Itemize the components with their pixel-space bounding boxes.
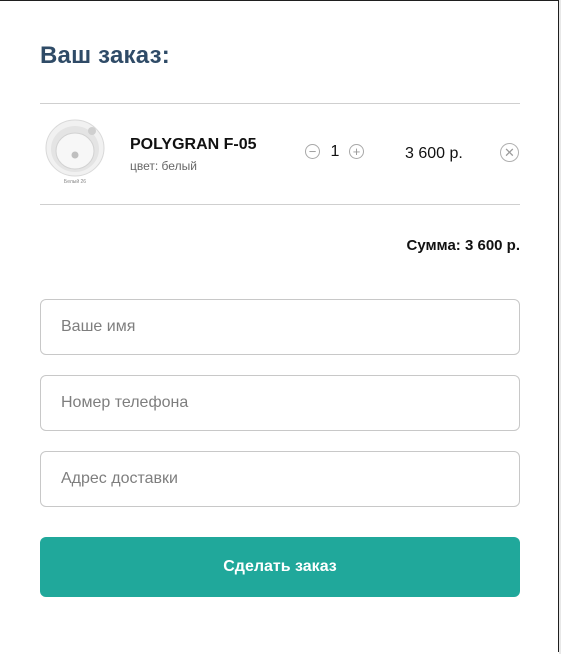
minus-circle-icon: − <box>308 144 317 159</box>
divider-top <box>40 103 520 104</box>
sink-image <box>45 119 105 177</box>
quantity-value: 1 <box>330 143 340 160</box>
quantity-increase-button[interactable]: + <box>349 144 364 159</box>
submit-order-button[interactable]: Сделать заказ <box>40 537 520 597</box>
item-price: 3 600 р. <box>405 145 463 162</box>
close-circle-icon: ✕ <box>504 144 515 160</box>
quantity-decrease-button[interactable]: − <box>305 144 320 159</box>
thumbnail-caption: Белый 26 <box>63 179 87 185</box>
order-total: Сумма: 3 600 р. <box>406 237 520 254</box>
name-input[interactable] <box>40 299 520 355</box>
remove-item-button[interactable]: ✕ <box>500 143 519 162</box>
order-title: Ваш заказ: <box>40 42 170 69</box>
divider-bottom <box>40 204 520 205</box>
product-color: цвет: белый <box>130 159 197 173</box>
product-thumbnail: Белый 26 <box>44 118 106 188</box>
plus-circle-icon: + <box>352 144 361 159</box>
phone-input[interactable] <box>40 375 520 431</box>
product-name: POLYGRAN F-05 <box>130 136 257 153</box>
address-input[interactable] <box>40 451 520 507</box>
